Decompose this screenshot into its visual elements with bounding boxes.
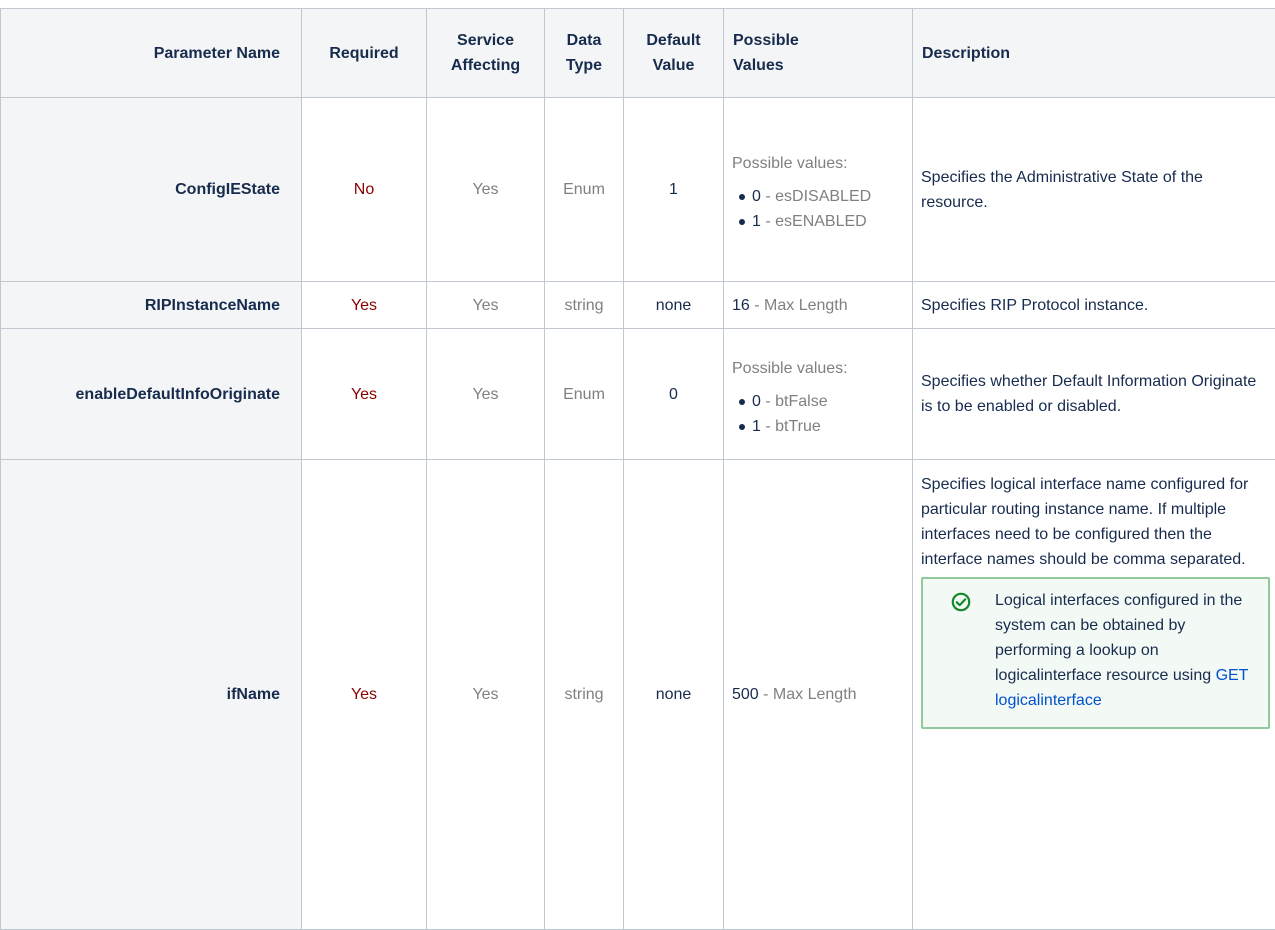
possible-values: Possible values: 0 - btFalse 1 - btTrue xyxy=(724,329,913,460)
description: Specifies logical interface name configu… xyxy=(913,460,1275,930)
tip-text: Logical interfaces configured in the sys… xyxy=(995,592,1242,684)
possible-values-label: Possible values: xyxy=(732,356,904,381)
header-parameter-name: Parameter Name xyxy=(1,9,302,98)
header-row: Parameter Name Required ServiceAffecting… xyxy=(1,9,1275,98)
list-item: 1 - btTrue xyxy=(752,414,904,439)
service-affecting-value: Yes xyxy=(427,329,545,460)
service-affecting-value: Yes xyxy=(427,282,545,329)
default-value: none xyxy=(624,460,724,930)
header-possible-values: PossibleValues xyxy=(724,9,913,98)
possible-values: 500 - Max Length xyxy=(724,460,913,930)
header-default-value: DefaultValue xyxy=(624,9,724,98)
check-circle-icon xyxy=(951,592,971,612)
required-value: Yes xyxy=(302,460,427,930)
required-value: Yes xyxy=(302,282,427,329)
default-value: 0 xyxy=(624,329,724,460)
parameters-table: Parameter Name Required ServiceAffecting… xyxy=(0,8,1275,930)
required-value: Yes xyxy=(302,329,427,460)
possible-values-list: 0 - btFalse 1 - btTrue xyxy=(732,389,904,439)
table-row: ifName Yes Yes string none 500 - Max Len… xyxy=(1,460,1275,930)
data-type-value: string xyxy=(545,460,624,930)
possible-values: 16 - Max Length xyxy=(724,282,913,329)
table-row: enableDefaultInfoOriginate Yes Yes Enum … xyxy=(1,329,1275,460)
param-name: ifName xyxy=(1,460,302,930)
data-type-value: Enum xyxy=(545,329,624,460)
description: Specifies the Administrative State of th… xyxy=(913,98,1275,282)
list-item: 0 - btFalse xyxy=(752,389,904,414)
param-name: enableDefaultInfoOriginate xyxy=(1,329,302,460)
table-row: RIPInstanceName Yes Yes string none 16 -… xyxy=(1,282,1275,329)
possible-values-list: 0 - esDISABLED 1 - esENABLED xyxy=(732,184,904,234)
list-item: 0 - esDISABLED xyxy=(752,184,904,209)
table-row: ConfigIEState No Yes Enum 1 Possible val… xyxy=(1,98,1275,282)
header-service-affecting: ServiceAffecting xyxy=(427,9,545,98)
service-affecting-value: Yes xyxy=(427,460,545,930)
description-text: Specifies logical interface name configu… xyxy=(921,472,1270,572)
tip-panel: Logical interfaces configured in the sys… xyxy=(921,577,1270,729)
possible-values-label: Possible values: xyxy=(732,151,904,176)
param-name: RIPInstanceName xyxy=(1,282,302,329)
description: Specifies RIP Protocol instance. xyxy=(913,282,1275,329)
description: Specifies whether Default Information Or… xyxy=(913,329,1275,460)
default-value: 1 xyxy=(624,98,724,282)
data-type-value: string xyxy=(545,282,624,329)
list-item: 1 - esENABLED xyxy=(752,209,904,234)
data-type-value: Enum xyxy=(545,98,624,282)
header-data-type: DataType xyxy=(545,9,624,98)
default-value: none xyxy=(624,282,724,329)
service-affecting-value: Yes xyxy=(427,98,545,282)
header-description: Description xyxy=(913,9,1275,98)
possible-values: Possible values: 0 - esDISABLED 1 - esEN… xyxy=(724,98,913,282)
param-name: ConfigIEState xyxy=(1,98,302,282)
header-required: Required xyxy=(302,9,427,98)
required-value: No xyxy=(302,98,427,282)
